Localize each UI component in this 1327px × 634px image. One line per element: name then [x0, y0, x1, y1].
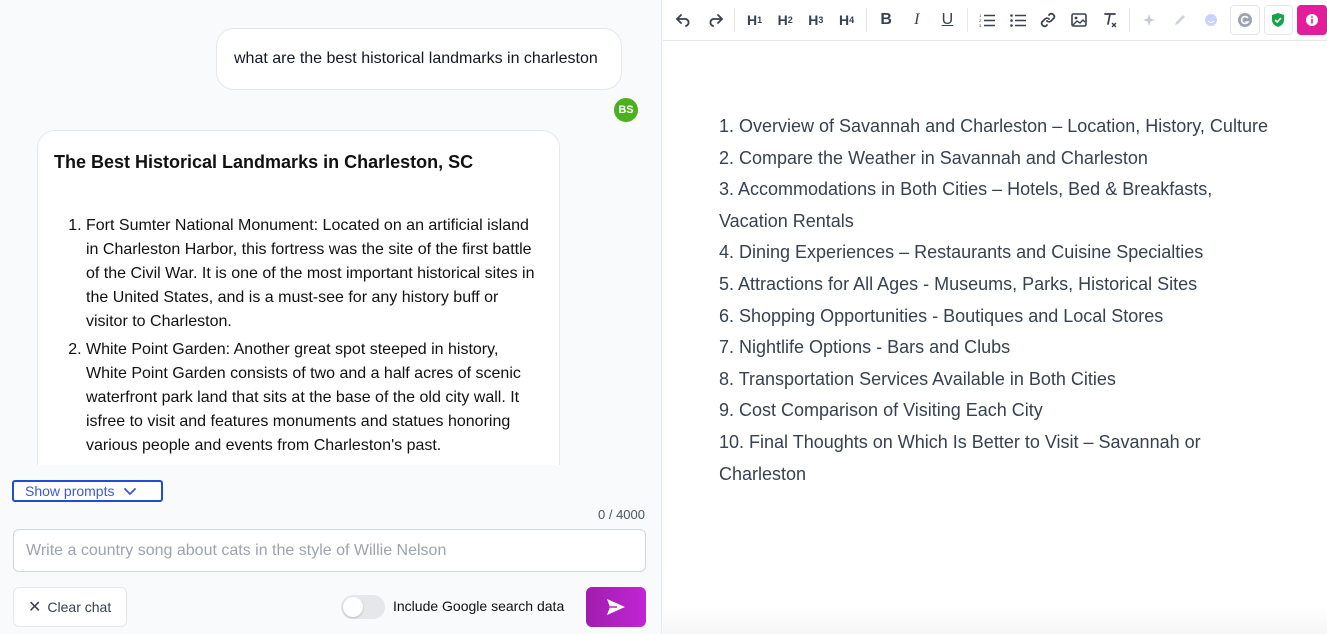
bottom-shade	[663, 606, 1327, 634]
underline-button[interactable]: U	[932, 5, 963, 35]
bullet-list-icon[interactable]	[1002, 5, 1033, 35]
list-item: Fort Sumter National Monument: Located o…	[86, 214, 543, 334]
h2-label: H	[777, 12, 788, 28]
assistant-message: The Best Historical Landmarks in Charles…	[37, 130, 560, 465]
assistant-title: The Best Historical Landmarks in Charles…	[54, 152, 474, 172]
document-line: 8. Transportation Services Available in …	[719, 368, 1116, 389]
message-list: what are the best historical landmarks i…	[0, 0, 662, 465]
show-prompts-button[interactable]: Show prompts	[12, 480, 163, 502]
prompt-input[interactable]	[13, 529, 646, 572]
clear-chat-button[interactable]: ✕ Clear chat	[13, 587, 127, 627]
undo-icon[interactable]	[669, 5, 700, 35]
document-line: 9. Cost Comparison of Visiting Each City	[719, 400, 1043, 421]
send-icon	[607, 599, 625, 615]
h4-label: H	[838, 12, 850, 28]
close-icon: ✕	[28, 599, 42, 616]
svg-text:3: 3	[979, 23, 982, 27]
chevron-down-icon	[124, 488, 137, 495]
document-line: 2. Compare the Weather in Savannah and C…	[719, 147, 1148, 168]
shield-check-icon[interactable]	[1263, 5, 1294, 35]
user-message-text: what are the best historical landmarks i…	[234, 50, 598, 67]
h1-label: H	[747, 12, 758, 28]
document-line: 1. Overview of Savannah and Charleston –…	[719, 116, 1268, 136]
ordered-list-icon[interactable]: 123	[972, 5, 1003, 35]
document-line: 7. Nightlife Options - Bars and Clubs	[719, 337, 1011, 358]
info-icon[interactable]	[1297, 5, 1327, 35]
send-button[interactable]	[586, 587, 646, 627]
avatar: BS	[614, 98, 638, 122]
heading-3-button[interactable]: H3	[801, 5, 832, 35]
h3-sub: 3	[818, 15, 824, 25]
user-message: what are the best historical landmarks i…	[216, 28, 622, 90]
toolbar-divider	[1128, 8, 1130, 32]
editor-panel: H1 H2 H3 H4 B I U 123 1. Overview of Sav…	[663, 0, 1327, 634]
list-item: White Point Garden: Another great spot s…	[86, 338, 543, 458]
pen-icon[interactable]	[1165, 5, 1196, 35]
redo-icon[interactable]	[700, 5, 731, 35]
h1-sub: 1	[757, 15, 763, 25]
h3-label: H	[808, 12, 819, 28]
clear-chat-label: Clear chat	[47, 599, 112, 615]
heading-2-button[interactable]: H2	[770, 5, 801, 35]
emoji-icon[interactable]	[1195, 5, 1226, 35]
h2-sub: 2	[787, 15, 793, 25]
chat-panel: what are the best historical landmarks i…	[0, 0, 662, 634]
character-count: 0 / 4000	[598, 507, 645, 522]
clear-format-icon[interactable]	[1094, 5, 1125, 35]
sparkle-icon[interactable]	[1134, 5, 1165, 35]
italic-button[interactable]: I	[901, 5, 932, 35]
h4-sub: 4	[849, 15, 855, 25]
heading-4-button[interactable]: H4	[831, 5, 862, 35]
document-line: 10. Final Thoughts on Which Is Better to…	[719, 431, 1201, 484]
assistant-list: Fort Sumter National Monument: Located o…	[54, 214, 543, 458]
avatar-initials: BS	[618, 104, 634, 116]
toolbar-divider	[966, 8, 968, 32]
image-icon[interactable]	[1064, 5, 1095, 35]
document-line: 5. Attractions for All Ages - Museums, P…	[719, 273, 1198, 294]
link-icon[interactable]	[1033, 5, 1064, 35]
google-search-label: Include Google search data	[393, 598, 565, 614]
editor-toolbar: H1 H2 H3 H4 B I U 123	[663, 0, 1327, 41]
grammarly-icon[interactable]	[1229, 5, 1260, 35]
heading-1-button[interactable]: H1	[739, 5, 770, 35]
document-body[interactable]: 1. Overview of Savannah and Charleston –…	[719, 111, 1279, 490]
document-line: 4. Dining Experiences – Restaurants and …	[719, 242, 1204, 263]
bold-button[interactable]: B	[871, 5, 902, 35]
toggle-knob	[343, 597, 363, 617]
toolbar-divider	[734, 8, 736, 32]
toolbar-divider	[865, 8, 867, 32]
google-search-toggle[interactable]	[341, 595, 385, 619]
document-line: 3. Accommodations in Both Cities – Hotel…	[719, 179, 1213, 231]
document-line: 6. Shopping Opportunities - Boutiques an…	[719, 305, 1164, 326]
show-prompts-label: Show prompts	[25, 483, 115, 499]
